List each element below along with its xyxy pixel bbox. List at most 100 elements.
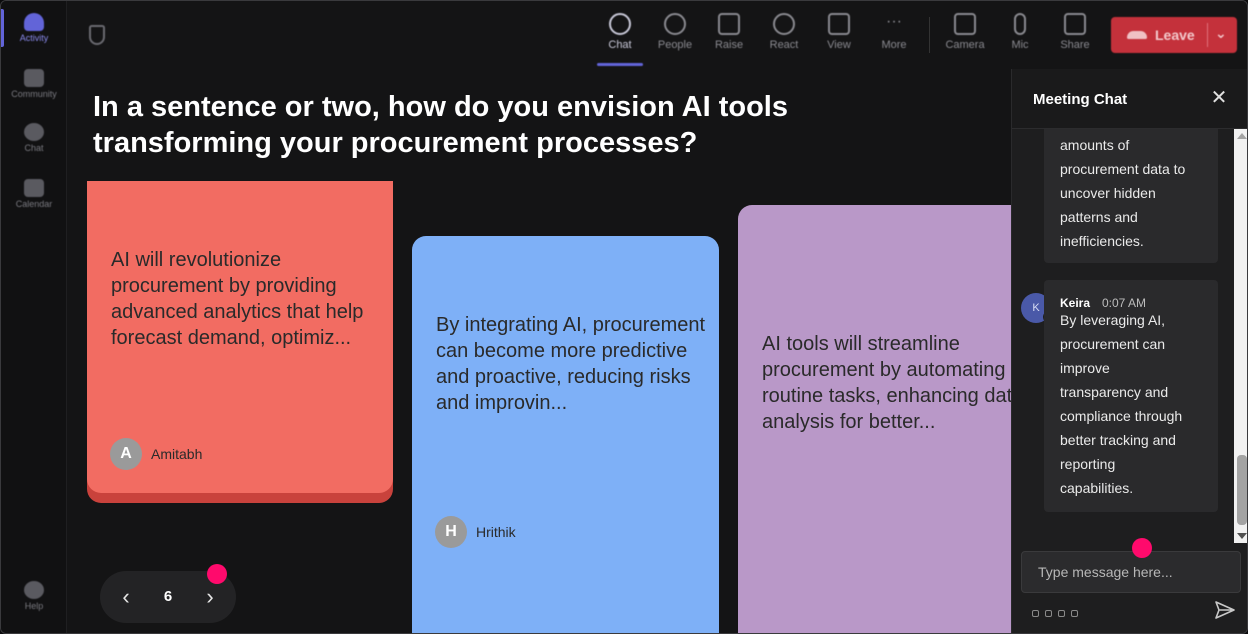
rail-item-help[interactable]: Help (1, 575, 67, 627)
avatar: H (435, 516, 467, 548)
message-line: amounts of (1060, 137, 1130, 153)
share-button-label: Share (1060, 39, 1090, 51)
leave-button[interactable]: Leave ⌄ (1111, 17, 1237, 53)
shield-icon[interactable] (89, 25, 105, 45)
gif-icon[interactable] (1071, 610, 1078, 617)
raise-button-label: Raise (714, 39, 744, 51)
grid-icon (828, 13, 850, 35)
response-card[interactable]: AI will revolutionize procurement by pro… (87, 181, 393, 493)
chat-message-list[interactable]: amounts of procurement data to uncover h… (1012, 129, 1247, 543)
card-author: Hrithik (476, 524, 516, 540)
message-line: inefficiencies. (1060, 233, 1144, 249)
response-card[interactable]: AI tools will streamline procurement by … (738, 205, 1011, 633)
message-line: transparency and (1060, 384, 1169, 400)
page-number: 6 (163, 588, 173, 605)
chat-message: amounts of procurement data to uncover h… (1044, 129, 1218, 263)
view-button[interactable]: View (811, 11, 867, 61)
card-author: Amitabh (151, 446, 203, 462)
emoji-icon[interactable] (1058, 610, 1065, 617)
format-toolbar (1032, 604, 1084, 617)
mic-button[interactable]: Mic (992, 11, 1048, 61)
ellipsis-icon: ··· (886, 13, 902, 30)
avatar: A (110, 438, 142, 470)
mic-button-label: Mic (1011, 39, 1029, 51)
chevron-down-icon[interactable]: ⌄ (1215, 25, 1227, 42)
message-line: uncover hidden (1060, 185, 1156, 201)
question-title: In a sentence or two, how do you envisio… (93, 91, 788, 159)
rail-item-label: Community (11, 89, 57, 99)
app-window: Activity Community Chat Calendar Help Ch… (0, 0, 1248, 634)
react-button[interactable]: React (756, 11, 812, 61)
scroll-down-arrow-icon[interactable] (1237, 533, 1247, 539)
message-text: amounts of procurement data to uncover h… (1060, 133, 1200, 253)
leave-split-divider (1207, 23, 1208, 47)
response-card[interactable]: By integrating AI, procurement can becom… (412, 236, 719, 633)
chevron-right-icon[interactable]: › (198, 583, 222, 611)
close-icon[interactable]: ✕ (1208, 87, 1230, 109)
camera-off-icon (954, 13, 976, 35)
share-screen-icon (1064, 13, 1086, 35)
share-button[interactable]: Share (1047, 11, 1103, 61)
mic-icon (1014, 13, 1026, 35)
view-button-label: View (827, 39, 851, 51)
people-button-label: People (657, 39, 693, 51)
chat-input-box (1021, 551, 1241, 593)
message-line: better tracking and (1060, 432, 1176, 448)
message-line: procurement data to (1060, 161, 1186, 177)
message-line: procurement can (1060, 336, 1166, 352)
rail-item-label: Calendar (15, 199, 53, 209)
format-icon[interactable] (1032, 610, 1039, 617)
card-text: AI will revolutionize procurement by pro… (111, 249, 364, 349)
react-button-label: React (769, 39, 799, 51)
rail-item-label: Activity (19, 33, 49, 43)
smiley-icon (773, 13, 795, 35)
chat-button[interactable]: Chat (592, 11, 648, 61)
meeting-chat-panel: Meeting Chat ✕ amounts of procurement da… (1011, 69, 1247, 633)
bell-icon (24, 13, 44, 31)
card-text: AI tools will streamline procurement by … (762, 333, 1011, 433)
chat-button-label: Chat (608, 39, 632, 51)
chat-scrollbar[interactable] (1234, 129, 1247, 543)
message-line: By leveraging AI, (1060, 312, 1166, 328)
scroll-up-arrow-icon[interactable] (1237, 133, 1247, 139)
rail-item-calendar[interactable]: Calendar (1, 173, 67, 225)
message-line: reporting (1060, 456, 1116, 472)
message-line: capabilities. (1060, 480, 1134, 496)
attach-icon[interactable] (1045, 610, 1052, 617)
highlight-dot (1132, 538, 1152, 558)
chat-title: Meeting Chat (1033, 91, 1128, 108)
chevron-left-icon[interactable]: ‹ (114, 583, 138, 611)
rail-item-label: Chat (24, 143, 44, 153)
send-icon[interactable] (1214, 599, 1236, 621)
presentation-stage: In a sentence or two, how do you envisio… (67, 69, 1011, 633)
leave-button-label: Leave (1155, 27, 1195, 43)
people-icon (664, 13, 686, 35)
rail-item-chat[interactable]: Chat (1, 117, 67, 169)
message-line: patterns and (1060, 209, 1138, 225)
chat-icon (24, 123, 44, 141)
chat-header: Meeting Chat ✕ (1012, 69, 1247, 129)
raise-hand-button[interactable]: Raise (701, 11, 757, 61)
help-icon (24, 581, 44, 599)
chat-message: Keira 0:07 AM By leveraging AI, procurem… (1044, 280, 1218, 512)
rail-item-community[interactable]: Community (1, 63, 67, 115)
community-icon (24, 69, 44, 87)
rail-item-activity[interactable]: Activity (1, 7, 67, 59)
toolbar-divider (929, 17, 930, 53)
message-line: compliance through (1060, 408, 1183, 424)
card-text: By integrating AI, procurement can becom… (436, 314, 706, 414)
chat-icon (609, 13, 631, 35)
meeting-toolbar: Chat People Raise React View ··· More Ca… (67, 1, 1247, 69)
highlight-dot (207, 564, 227, 584)
chat-message-input[interactable] (1022, 552, 1240, 592)
rail-item-label: Help (24, 601, 44, 611)
message-line: improve (1060, 360, 1110, 376)
people-button[interactable]: People (647, 11, 703, 61)
left-rail: Activity Community Chat Calendar Help (1, 1, 67, 633)
more-button[interactable]: ··· More (866, 11, 922, 61)
active-tab-underline (597, 63, 643, 66)
calendar-icon (24, 179, 44, 197)
message-text: By leveraging AI, procurement can improv… (1060, 308, 1200, 500)
scrollbar-thumb[interactable] (1237, 455, 1247, 525)
camera-button[interactable]: Camera (937, 11, 993, 61)
